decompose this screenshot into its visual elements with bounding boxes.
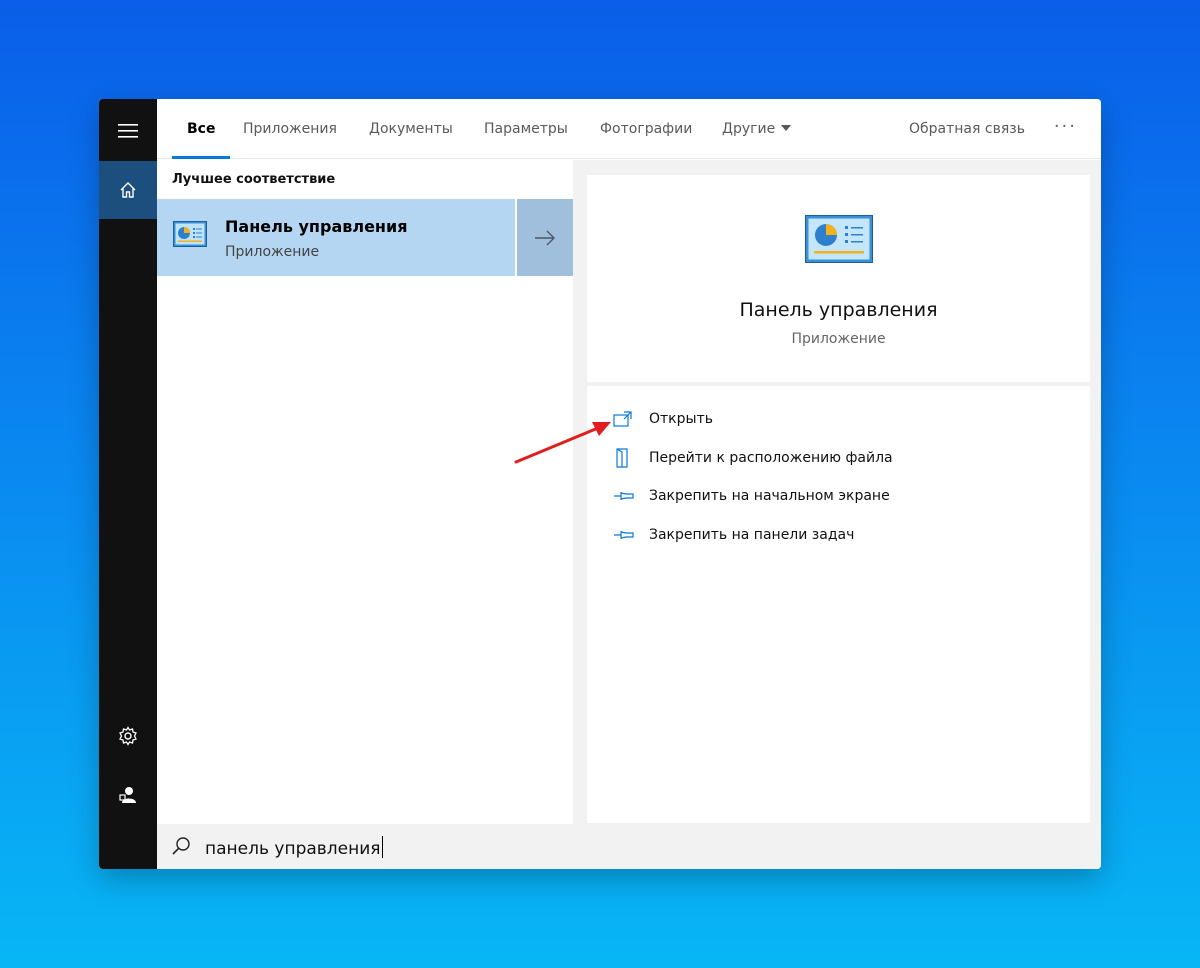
open-icon	[613, 411, 632, 427]
text-cursor	[381, 836, 383, 858]
tab-more-dropdown[interactable]: Другие	[722, 99, 792, 159]
best-match-subtitle: Приложение	[225, 244, 320, 260]
tab-more-label: Другие	[722, 121, 776, 137]
hamburger-menu-button[interactable]	[99, 102, 157, 160]
search-bar[interactable]: панель управления	[157, 824, 1101, 869]
action-file-location-label: Перейти к расположению файла	[649, 450, 893, 466]
search-icon	[172, 837, 190, 855]
settings-gear-icon	[119, 726, 137, 746]
app-preview-card: Панель управления Приложение	[587, 175, 1090, 382]
action-pin-to-start[interactable]: Закрепить на начальном экране	[613, 484, 890, 508]
action-open-file-location[interactable]: Перейти к расположению файла	[613, 446, 893, 470]
tab-all[interactable]: Все	[171, 99, 232, 159]
control-panel-large-icon	[805, 215, 873, 263]
preview-title: Панель управления	[739, 299, 938, 321]
tab-documents[interactable]: Документы	[369, 99, 453, 159]
user-icon	[119, 787, 136, 803]
action-open[interactable]: Открыть	[613, 407, 713, 431]
best-match-title: Панель управления	[225, 217, 408, 236]
tab-apps[interactable]: Приложения	[243, 99, 337, 159]
preview-subtitle: Приложение	[791, 331, 886, 347]
action-list: Открыть Перейти к расположению файла Зак…	[587, 386, 1090, 823]
home-button[interactable]	[99, 161, 157, 219]
tab-settings[interactable]: Параметры	[484, 99, 568, 159]
action-open-label: Открыть	[649, 411, 713, 427]
best-match-heading: Лучшее соответствие	[172, 172, 336, 187]
hamburger-menu-icon	[118, 124, 138, 138]
best-match-item[interactable]: Панель управления Приложение	[157, 199, 573, 276]
expand-details-button[interactable]	[515, 199, 573, 276]
pin-icon	[614, 492, 634, 500]
start-search-window: Все Приложения Документы Параметры Фотог…	[99, 99, 1101, 869]
action-pin-to-taskbar[interactable]: Закрепить на панели задач	[613, 523, 854, 547]
action-pin-start-label: Закрепить на начальном экране	[649, 488, 890, 504]
search-input-value: панель управления	[205, 839, 381, 859]
control-panel-icon	[173, 221, 207, 247]
more-options-button[interactable]: ···	[1054, 99, 1077, 159]
results-list: Лучшее соответствие Панель управления Пр…	[157, 160, 573, 824]
search-tabs: Все Приложения Документы Параметры Фотог…	[157, 99, 1101, 159]
left-rail	[99, 99, 157, 869]
arrow-right-icon	[535, 230, 555, 245]
home-icon	[120, 182, 136, 198]
settings-button[interactable]	[99, 707, 157, 765]
account-button[interactable]	[99, 766, 157, 824]
search-input[interactable]: панель управления	[205, 836, 383, 859]
pin-icon	[614, 531, 634, 539]
feedback-link[interactable]: Обратная связь	[909, 99, 1025, 159]
chevron-down-icon	[781, 125, 792, 131]
file-location-icon	[616, 448, 628, 468]
action-pin-taskbar-label: Закрепить на панели задач	[649, 527, 855, 543]
tab-photos[interactable]: Фотографии	[600, 99, 692, 159]
